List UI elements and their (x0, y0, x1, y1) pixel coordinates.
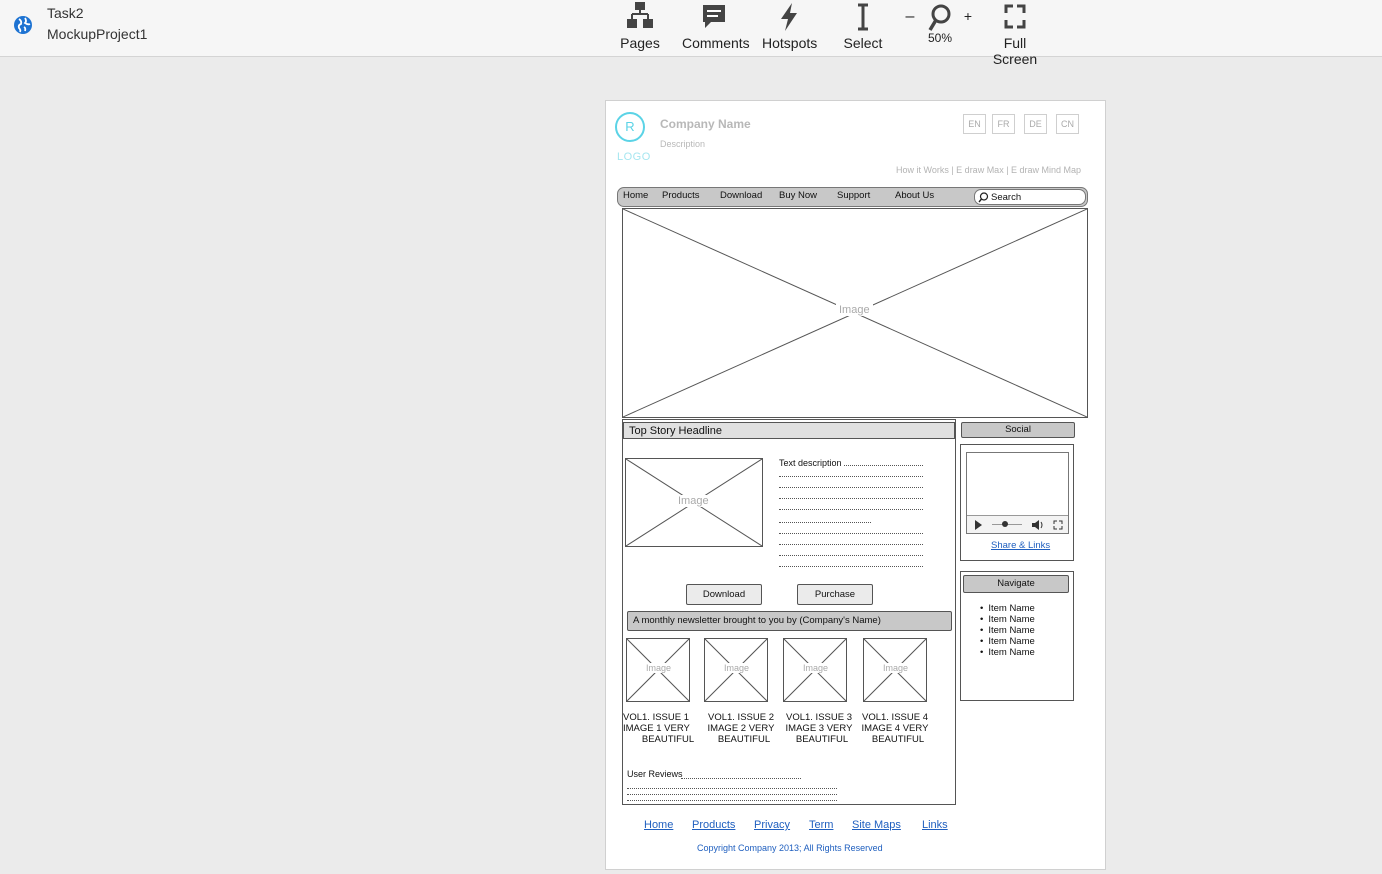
select-label: Select (843, 35, 883, 51)
top-story-headline: Top Story Headline (623, 422, 955, 439)
issue-thumb-1[interactable]: Image (626, 638, 690, 702)
issue-caption-3: VOL1. ISSUE 3 IMAGE 3 VERY BEAUTIFUL (785, 712, 853, 745)
list-item[interactable]: Item Name (980, 636, 1034, 647)
magnifier-icon (928, 4, 951, 31)
user-reviews: User Reviews (627, 769, 683, 779)
nav-support[interactable]: Support (837, 190, 870, 201)
sitemap-icon (627, 2, 653, 28)
list-item[interactable]: Item Name (980, 603, 1034, 614)
text-description: Text description (779, 458, 844, 468)
thumb-label: Image (880, 663, 912, 673)
navigate-list: Item Name Item Name Item Name Item Name … (980, 603, 1034, 658)
lang-fr-button[interactable]: FR (992, 114, 1015, 134)
zoom-in-button[interactable]: + (961, 8, 975, 24)
project-title: Task2 (47, 5, 84, 21)
footer-home[interactable]: Home (644, 819, 673, 831)
mockup-canvas: R LOGO Company Name Description EN FR DE… (605, 100, 1106, 870)
play-icon[interactable] (974, 520, 983, 530)
newsletter-banner: A monthly newsletter brought to you by (… (627, 611, 952, 631)
search-icon (978, 192, 989, 203)
video-controls (967, 515, 1068, 533)
thumb-label: Image (643, 663, 675, 673)
lang-cn-button[interactable]: CN (1056, 114, 1079, 134)
lang-de-button[interactable]: DE (1024, 114, 1047, 134)
navigate-panel: Navigate Item Name Item Name Item Name I… (960, 571, 1074, 701)
issue-caption-2: VOL1. ISSUE 2 IMAGE 2 VERY BEAUTIFUL (707, 712, 775, 745)
social-header: Social (961, 422, 1075, 438)
search-input[interactable]: Search (974, 189, 1086, 205)
text-cursor-icon (858, 3, 868, 31)
copyright: Copyright Company 2013; All Rights Reser… (697, 843, 883, 853)
story-image-label: Image (675, 495, 712, 507)
nav-about-us[interactable]: About Us (895, 190, 934, 201)
navigate-header: Navigate (963, 575, 1069, 593)
footer-term[interactable]: Term (809, 819, 833, 831)
fullscreen-icon (1004, 4, 1026, 29)
thumb-label: Image (800, 663, 832, 673)
progress-thumb[interactable] (1002, 521, 1008, 527)
volume-icon[interactable] (1031, 519, 1044, 531)
issue-thumb-4[interactable]: Image (863, 638, 927, 702)
zoom-control: 50% (926, 2, 954, 45)
top-links[interactable]: How it Works | E draw Max | E draw Mind … (896, 165, 1081, 175)
footer-products[interactable]: Products (692, 819, 735, 831)
footer-site-maps[interactable]: Site Maps (852, 819, 901, 831)
purchase-button[interactable]: Purchase (797, 584, 873, 605)
list-item[interactable]: Item Name (980, 647, 1034, 658)
list-item[interactable]: Item Name (980, 625, 1034, 636)
hero-image-label: Image (836, 304, 873, 316)
issue-thumb-2[interactable]: Image (704, 638, 768, 702)
hotspots-button[interactable]: Hotspots (762, 2, 818, 51)
pages-label: Pages (620, 35, 660, 51)
video-player[interactable] (966, 452, 1069, 534)
nav-download[interactable]: Download (720, 190, 762, 201)
top-toolbar: Task2 MockupProject1 Pages Comments Hots… (0, 0, 1382, 67)
comment-icon (703, 5, 725, 28)
nav-buy-now[interactable]: Buy Now (779, 190, 817, 201)
logo-mark: R (615, 112, 645, 142)
footer-links[interactable]: Links (922, 819, 948, 831)
select-button[interactable]: Select (843, 2, 883, 51)
full-screen-label: Full Screen (992, 35, 1038, 67)
lang-en-button[interactable]: EN (963, 114, 986, 134)
pages-button[interactable]: Pages (620, 2, 660, 51)
hero-image: Image (622, 208, 1088, 418)
download-button[interactable]: Download (686, 584, 762, 605)
company-description: Description (660, 139, 706, 149)
zoom-out-button[interactable]: – (903, 8, 917, 26)
list-item[interactable]: Item Name (980, 614, 1034, 625)
comments-button[interactable]: Comments (682, 2, 750, 51)
nav-bar: Home Products Download Buy Now Support A… (617, 187, 1088, 207)
story-image: Image (625, 458, 763, 547)
logo-text: LOGO (617, 151, 651, 163)
issue-caption-4: VOL1. ISSUE 4 IMAGE 4 VERY BEAUTIFUL (861, 712, 929, 745)
comments-label: Comments (682, 35, 750, 51)
social-panel: Share & Links (960, 444, 1074, 561)
fullscreen-icon[interactable] (1053, 520, 1063, 530)
zoom-level: 50% (927, 31, 953, 45)
footer-privacy[interactable]: Privacy (754, 819, 790, 831)
nav-products[interactable]: Products (662, 190, 700, 201)
project-subtitle: MockupProject1 (47, 26, 148, 42)
nav-home[interactable]: Home (623, 190, 648, 201)
full-screen-button[interactable]: Full Screen (982, 2, 1048, 67)
globe-icon[interactable] (13, 15, 33, 35)
issue-caption-1: VOL1. ISSUE 1 IMAGE 1 VERY BEAUTIFUL (623, 712, 695, 745)
main-content: Top Story Headline Image Text descriptio… (622, 419, 956, 805)
hotspots-label: Hotspots (762, 35, 818, 51)
issue-thumb-3[interactable]: Image (783, 638, 847, 702)
lightning-icon (781, 3, 797, 31)
search-placeholder: Search (991, 192, 1022, 203)
company-name: Company Name (660, 117, 751, 131)
thumb-label: Image (721, 663, 753, 673)
share-links[interactable]: Share & Links (991, 540, 1050, 551)
